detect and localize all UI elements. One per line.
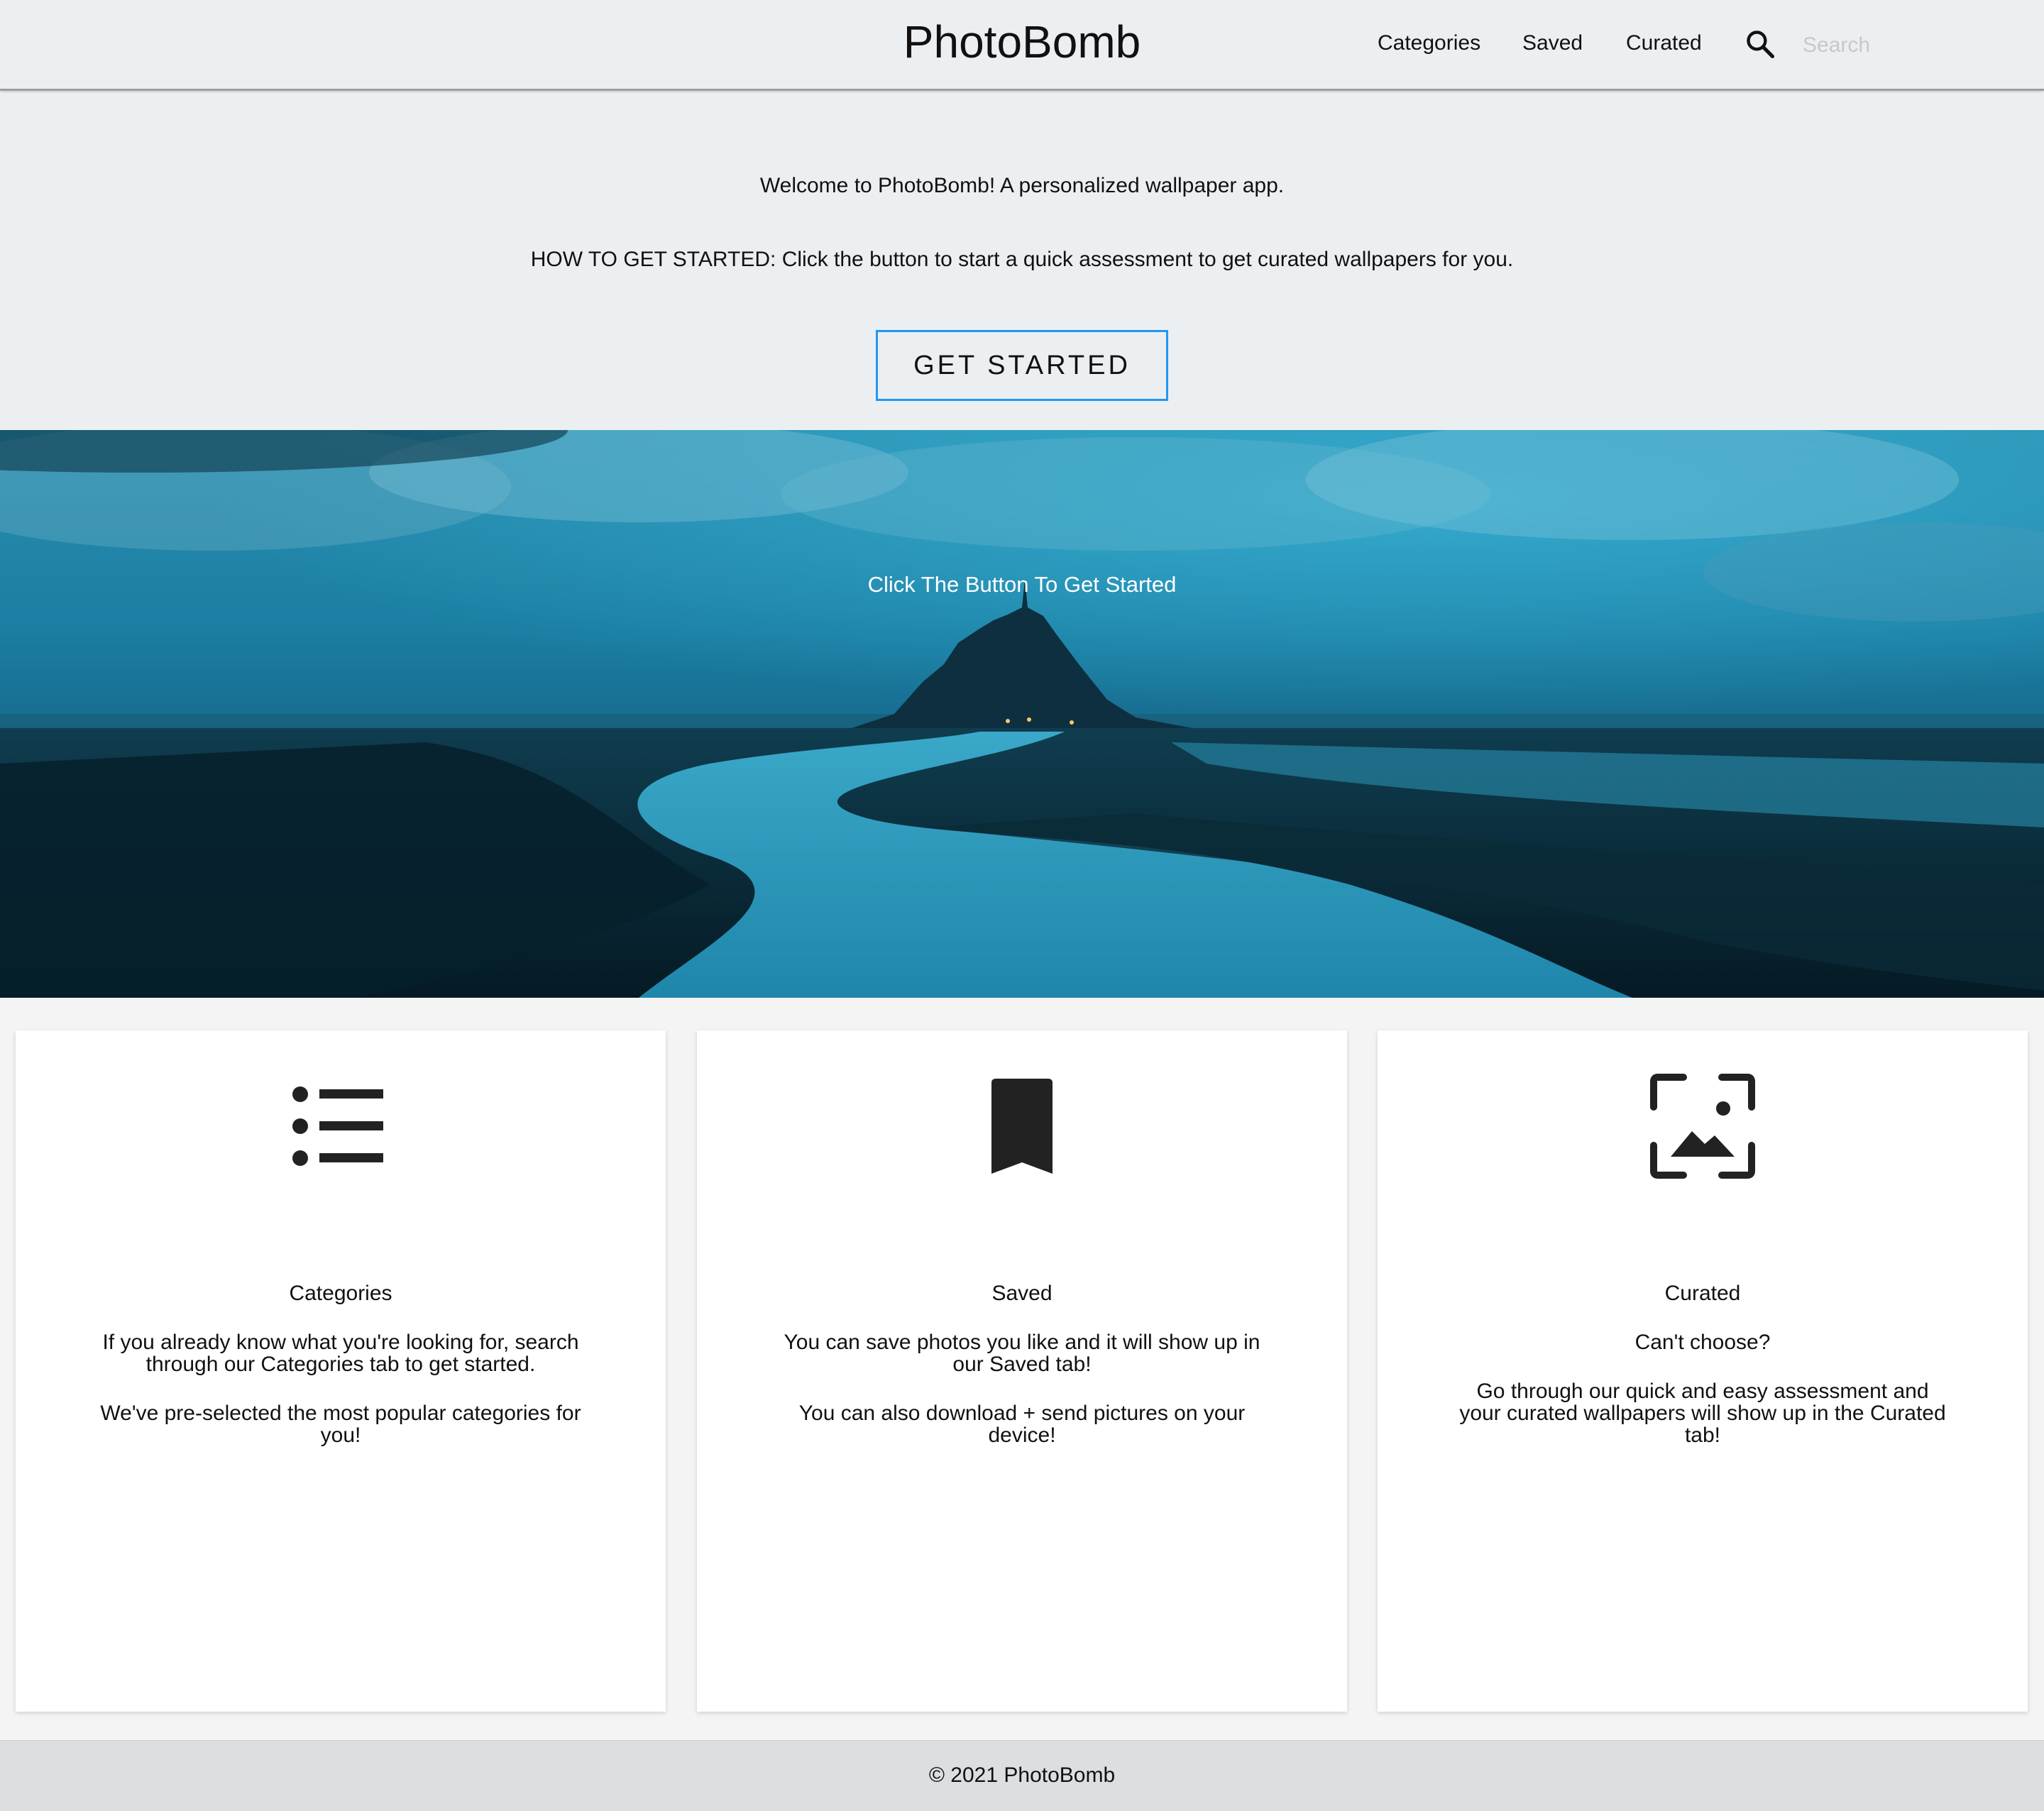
hero-banner: Click The Button To Get Started bbox=[0, 430, 2044, 998]
welcome-text: Welcome to PhotoBomb! A personalized wal… bbox=[759, 174, 1285, 197]
photo-frame-icon bbox=[1650, 1074, 1755, 1179]
top-navbar: PhotoBomb Categories Saved Curated bbox=[0, 0, 2044, 91]
card-paragraph: If you already know what you're looking … bbox=[102, 1331, 579, 1376]
intro-section: Welcome to PhotoBomb! A personalized wal… bbox=[0, 93, 2044, 430]
card-paragraph: Go through our quick and easy assessment… bbox=[1459, 1380, 1946, 1447]
hero-landscape-image bbox=[0, 430, 2044, 998]
card-paragraph: You can also download + send pictures on… bbox=[798, 1402, 1246, 1447]
get-started-button[interactable]: GET STARTED bbox=[876, 330, 1168, 401]
nav-categories[interactable]: Categories bbox=[1378, 31, 1480, 55]
card-title: Curated bbox=[1664, 1282, 1741, 1305]
card-description: If you already know what you're looking … bbox=[94, 1331, 588, 1473]
card-description: Can't choose? Go through our quick and e… bbox=[1456, 1331, 1950, 1473]
list-icon bbox=[292, 1086, 383, 1166]
how-to-text: HOW TO GET STARTED: Click the button to … bbox=[530, 248, 1514, 271]
search-icon[interactable] bbox=[1744, 28, 1776, 60]
copyright-text: © 2021 PhotoBomb bbox=[928, 1763, 1116, 1787]
card-title: Saved bbox=[991, 1282, 1053, 1305]
categories-card[interactable]: Categories If you already know what you'… bbox=[16, 1030, 666, 1712]
search-input[interactable] bbox=[1803, 26, 1987, 65]
nav-saved[interactable]: Saved bbox=[1522, 31, 1583, 55]
hero-caption: Click The Button To Get Started bbox=[867, 572, 1177, 597]
saved-card[interactable]: Saved You can save photos you like and i… bbox=[697, 1030, 1347, 1712]
nav-curated[interactable]: Curated bbox=[1626, 31, 1702, 55]
brand-title[interactable]: PhotoBomb bbox=[0, 16, 2044, 68]
card-title: Categories bbox=[289, 1282, 392, 1305]
card-description: You can save photos you like and it will… bbox=[775, 1331, 1269, 1473]
card-paragraph: We've pre-selected the most popular cate… bbox=[100, 1402, 581, 1447]
bookmark-icon bbox=[991, 1079, 1053, 1174]
curated-card[interactable]: Curated Can't choose? Go through our qui… bbox=[1378, 1030, 2028, 1712]
card-paragraph: Can't choose? bbox=[1634, 1331, 1771, 1354]
card-paragraph: You can save photos you like and it will… bbox=[784, 1331, 1260, 1376]
footer: © 2021 PhotoBomb bbox=[0, 1740, 2044, 1811]
